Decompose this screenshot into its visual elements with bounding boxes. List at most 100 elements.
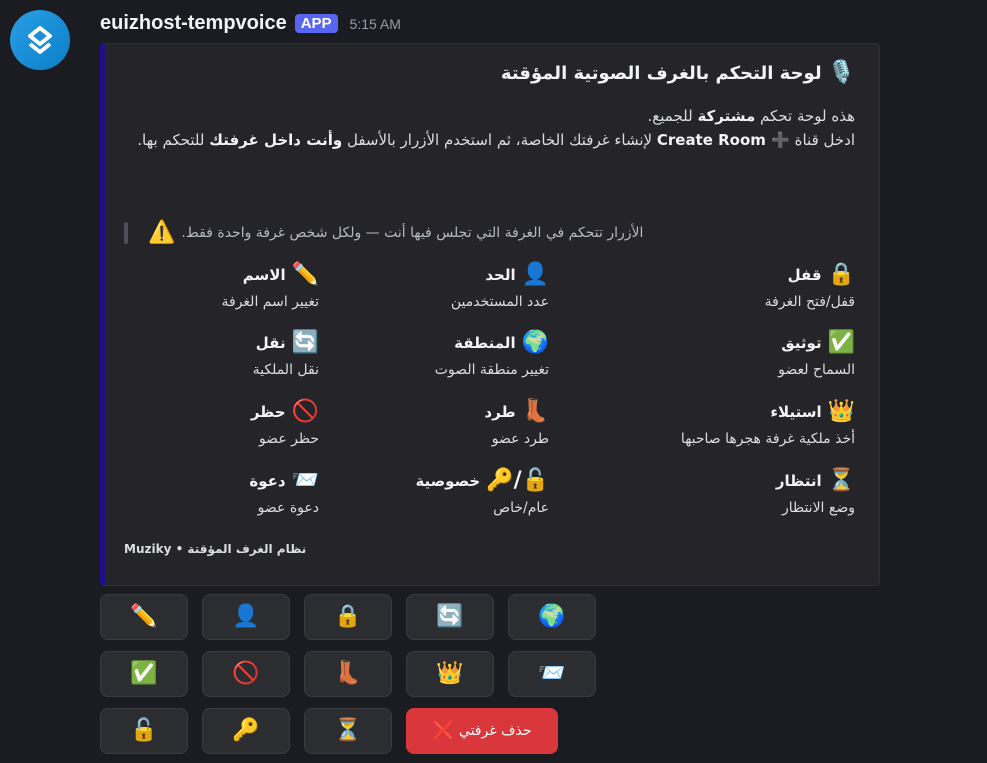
description-line-2: ادخل قناة ➕ Create Room لإنشاء غرفتك الخ… <box>135 128 855 152</box>
user-icon: 👤 <box>521 262 549 287</box>
envelope-icon: 📨 <box>291 468 319 493</box>
field-value: قفل/فتح الغرفة <box>764 294 855 310</box>
warning-icon: ⚠️ <box>148 220 176 245</box>
key-icon: 🔑 <box>232 718 260 743</box>
check-icon: ✅ <box>130 661 158 686</box>
field-name: قفل <box>787 266 822 284</box>
field-waiting: ⏳ انتظار وضع الانتظار <box>615 468 855 517</box>
unlock-button[interactable]: 🔓 <box>100 708 188 754</box>
control-panel-embed: 🎙️ لوحة التحكم بالغرف الصوتية المؤقتة هذ… <box>100 43 880 586</box>
field-permit: ✅ توثيق السماح لعضو <box>615 330 855 379</box>
no-entry-icon: 🚫 <box>232 661 260 686</box>
field-value: تغيير اسم الغرفة <box>221 294 320 310</box>
envelope-icon: 📨 <box>538 661 566 686</box>
field-name: الاسم <box>242 266 286 284</box>
field-value: عدد المستخدمين <box>450 294 549 310</box>
rename-button[interactable]: ✏️ <box>100 594 188 640</box>
field-ban: 🚫 حظر حظر عضو <box>79 399 319 448</box>
waiting-button[interactable]: ⏳ <box>304 708 392 754</box>
kick-button[interactable]: 👢 <box>304 651 392 697</box>
field-name: توثيق <box>781 334 822 352</box>
bot-avatar[interactable] <box>10 10 70 70</box>
hourglass-icon: ⏳ <box>334 718 362 743</box>
app-badge: APP <box>294 14 338 33</box>
claim-button[interactable]: 👑 <box>406 651 494 697</box>
permit-button[interactable]: ✅ <box>100 651 188 697</box>
field-claim: 👑 استيلاء أخذ ملكية غرفة هجرها صاحبها <box>615 399 855 448</box>
field-value: نقل الملكية <box>252 362 319 378</box>
refresh-icon: 🔄 <box>291 330 319 355</box>
field-name: ✏️ الاسم تغيير اسم الغرفة <box>79 262 320 311</box>
user-icon: 👤 <box>232 604 260 629</box>
quote-content: الأزرار تتحكم في الغرفة التي تجلس فيها أ… <box>148 222 643 244</box>
field-value: حظر عضو <box>258 431 319 447</box>
embed-title-text: لوحة التحكم بالغرف الصوتية المؤقتة <box>500 62 822 84</box>
create-room-channel: Create Room <box>656 131 772 149</box>
field-privacy: 🔓/🔑 خصوصية عام/خاص <box>309 468 549 517</box>
field-name: طرد <box>484 403 516 421</box>
field-value: وضع الانتظار <box>781 500 855 516</box>
lock-icon: 🔒 <box>827 262 855 287</box>
unlock-icon: 🔓 <box>130 718 158 743</box>
field-transfer: 🔄 نقل نقل الملكية <box>79 330 319 379</box>
field-value: طرد عضو <box>491 431 549 447</box>
crown-icon: 👑 <box>436 661 464 686</box>
hourglass-icon: ⏳ <box>827 468 855 493</box>
quote-text: الأزرار تتحكم في الغرفة التي تجلس فيها أ… <box>181 225 644 241</box>
field-invite: 📨 دعوة دعوة عضو <box>79 468 319 517</box>
invite-button[interactable]: 📨 <box>508 651 596 697</box>
region-button[interactable]: 🌍 <box>508 594 596 640</box>
field-name: المنطقة <box>454 334 516 352</box>
pencil-icon: ✏️ <box>291 262 319 287</box>
desc-bold-shared: مشتركة <box>697 107 756 125</box>
field-value: السماح لعضو <box>778 362 855 378</box>
warning-quote: الأزرار تتحكم في الغرفة التي تجلس فيها أ… <box>124 218 864 248</box>
globe-icon: 🌍 <box>521 330 549 355</box>
plus-icon: ➕ <box>771 131 790 149</box>
field-name: نقل <box>255 334 286 352</box>
lock-button[interactable]: 🔒 <box>304 594 392 640</box>
desc-text: ادخل قناة <box>789 131 855 149</box>
crown-icon: 👑 <box>827 399 855 424</box>
delete-label: حذف غرفتي <box>458 723 532 739</box>
delete-room-button[interactable]: حذف غرفتي ❌ <box>406 708 558 754</box>
field-region: 🌍 المنطقة تغيير منطقة الصوت <box>309 330 549 379</box>
field-limit: 👤 الحد عدد المستخدمين <box>309 262 549 311</box>
field-value: تغيير منطقة الصوت <box>434 362 549 378</box>
field-kick: 👢 طرد طرد عضو <box>309 401 549 448</box>
field-value: أخذ ملكية غرفة هجرها صاحبها <box>680 431 855 447</box>
desc-text: للجميع. <box>647 107 698 125</box>
bot-username[interactable]: euizhost-tempvoice <box>100 12 287 35</box>
globe-icon: 🌍 <box>538 604 566 629</box>
field-name: حظر <box>250 403 286 421</box>
refresh-icon: 🔄 <box>436 604 464 629</box>
privacy-button[interactable]: 🔑 <box>202 708 290 754</box>
desc-bold-in-room: وأنت داخل غرفتك <box>209 131 343 149</box>
description-line-1: هذه لوحة تحكم مشتركة للجميع. <box>135 104 855 128</box>
desc-text: لإنشاء غرفتك الخاصة، ثم استخدم الأزرار ب… <box>342 131 657 149</box>
bot-logo-icon <box>28 26 52 54</box>
field-value: دعوة عضو <box>257 500 319 516</box>
embed-description: هذه لوحة تحكم مشتركة للجميع. ادخل قناة ➕… <box>135 104 855 152</box>
ban-button[interactable]: 🚫 <box>202 651 290 697</box>
quote-bar <box>124 222 128 244</box>
field-name: خصوصية <box>415 472 481 490</box>
transfer-button[interactable]: 🔄 <box>406 594 494 640</box>
unlock-key-icon: 🔓/🔑 <box>486 468 549 493</box>
field-name: الحد <box>485 266 516 284</box>
no-entry-icon: 🚫 <box>291 399 319 424</box>
message-header: euizhost-tempvoice APP 5:15 AM <box>100 12 401 35</box>
limit-button[interactable]: 👤 <box>202 594 290 640</box>
field-lock: 🔒 قفل قفل/فتح الغرفة <box>615 262 855 311</box>
check-icon: ✅ <box>827 330 855 355</box>
embed-footer: Muziky • نظام الغرف المؤقتة <box>124 542 307 556</box>
boot-icon: 👢 <box>334 661 362 686</box>
field-name: دعوة <box>249 472 286 490</box>
field-name: انتظار <box>775 472 822 490</box>
microphone-icon: 🎙️ <box>827 60 855 85</box>
lock-icon: 🔒 <box>334 604 362 629</box>
field-value: عام/خاص <box>493 500 549 516</box>
cross-icon: ❌ <box>432 720 455 741</box>
message-timestamp[interactable]: 5:15 AM <box>350 16 401 32</box>
embed-title: 🎙️ لوحة التحكم بالغرف الصوتية المؤقتة <box>501 62 855 84</box>
